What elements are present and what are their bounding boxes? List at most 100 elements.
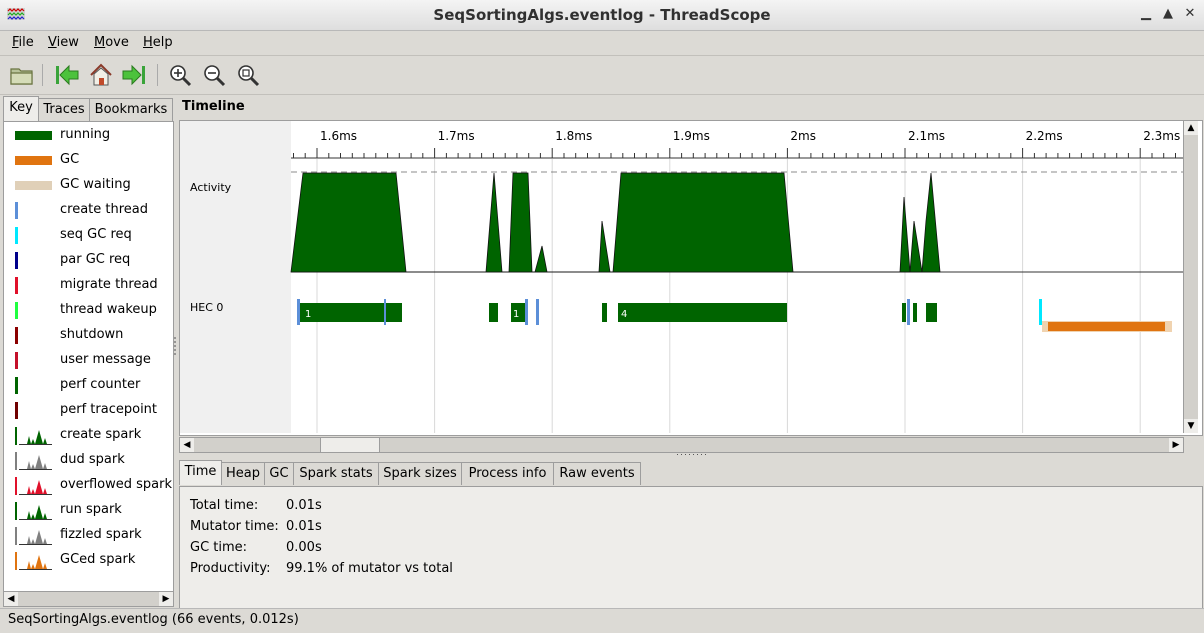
color-swatch: [15, 156, 52, 165]
key-item-label: dud spark: [60, 452, 125, 467]
hec-row-label: HEC 0: [190, 301, 223, 314]
tab-process-info[interactable]: Process info: [461, 462, 554, 485]
tab-heap[interactable]: Heap: [221, 462, 265, 485]
scroll-down-button[interactable]: ▼: [1184, 419, 1198, 433]
timeline-vertical-scrollbar[interactable]: ▲ ▼: [1183, 121, 1198, 433]
tab-bookmarks[interactable]: Bookmarks: [89, 98, 173, 121]
key-item: GC: [4, 149, 173, 174]
go-first-icon[interactable]: [53, 61, 81, 89]
spark-graph-icon: [15, 552, 52, 570]
running-bar: [618, 303, 787, 322]
window-title: SeqSortingAlgs.eventlog - ThreadScope: [433, 6, 771, 24]
tab-raw-events[interactable]: Raw events: [553, 462, 641, 485]
toolbar-separator: [157, 64, 158, 86]
key-item-label: create thread: [60, 202, 149, 217]
minimize-button[interactable]: ▁: [1139, 6, 1153, 22]
key-item: user message: [4, 349, 173, 374]
key-item: thread wakeup: [4, 299, 173, 324]
tab-spark-sizes[interactable]: Spark sizes: [378, 462, 462, 485]
running-bar: [913, 303, 917, 322]
running-bar: [902, 303, 906, 322]
key-item-label: user message: [60, 352, 151, 367]
event-marker-swatch: [15, 302, 18, 319]
zoom-in-icon[interactable]: [166, 61, 194, 89]
spark-graph-icon: [15, 427, 52, 445]
menu-help[interactable]: Help: [143, 35, 173, 50]
seq-gc-req-marker: [1039, 299, 1042, 325]
timeline-horizontal-scrollbar[interactable]: ◀ ▶: [179, 437, 1184, 453]
timeline-canvas: 1.6ms 1.7ms 1.8ms 1.9ms 2ms 2.1ms 2.2ms 2.3ms A…: [180, 121, 1185, 433]
key-item: perf tracepoint: [4, 399, 173, 424]
key-item: fizzled spark: [4, 524, 173, 549]
maximize-button[interactable]: ▲: [1161, 6, 1175, 22]
thread-label: 4: [621, 309, 627, 320]
key-list-scrollbar[interactable]: ◀ ▶: [3, 591, 174, 607]
key-item: running: [4, 124, 173, 149]
create-thread-marker: [536, 299, 539, 325]
splitter-grip[interactable]: [676, 452, 708, 457]
menu-view[interactable]: View: [48, 35, 79, 50]
scroll-right-button[interactable]: ▶: [159, 592, 173, 606]
create-thread-marker: [907, 299, 910, 325]
bottom-tab-bar: Time Heap GC Spark stats Spark sizes Process …: [179, 460, 1201, 486]
key-item-label: running: [60, 127, 111, 142]
key-item: seq GC req: [4, 224, 173, 249]
key-item-label: thread wakeup: [60, 302, 157, 317]
color-swatch: [15, 131, 52, 140]
key-item: GCed spark: [4, 549, 173, 574]
zoom-fit-icon[interactable]: [234, 61, 262, 89]
gc-time-value: 0.00s: [286, 540, 322, 555]
scroll-up-button[interactable]: ▲: [1184, 121, 1198, 135]
create-thread-marker: [525, 299, 528, 325]
scroll-thumb[interactable]: [320, 438, 380, 452]
thread-label: 1: [513, 309, 519, 320]
ruler-tick-label: 1.6ms: [320, 129, 357, 143]
ruler-tick-label: 1.8ms: [555, 129, 592, 143]
key-item-label: fizzled spark: [60, 527, 142, 542]
spark-graph-icon: [15, 502, 52, 520]
activity-graph: [290, 172, 941, 273]
key-item-label: seq GC req: [60, 227, 132, 242]
total-time-label: Total time:: [190, 498, 259, 513]
scroll-left-button[interactable]: ◀: [4, 592, 18, 606]
zoom-out-icon[interactable]: [200, 61, 228, 89]
key-item-label: run spark: [60, 502, 122, 517]
key-item: par GC req: [4, 249, 173, 274]
scroll-left-button[interactable]: ◀: [180, 438, 194, 452]
ruler-tick-label: 2ms: [790, 129, 816, 143]
running-bar: [602, 303, 607, 322]
event-marker-swatch: [15, 352, 18, 369]
tab-gc[interactable]: GC: [264, 462, 294, 485]
pane-resize-grip[interactable]: [173, 336, 177, 358]
event-marker-swatch: [15, 252, 18, 269]
key-item: run spark: [4, 499, 173, 524]
key-item: GC waiting: [4, 174, 173, 199]
tab-key[interactable]: Key: [3, 96, 39, 121]
tab-spark-stats[interactable]: Spark stats: [293, 462, 379, 485]
event-marker-swatch: [15, 327, 18, 344]
home-icon[interactable]: [87, 61, 115, 89]
menu-file[interactable]: File: [12, 35, 34, 50]
time-info-panel: Total time: 0.01s Mutator time: 0.01s GC…: [179, 486, 1203, 609]
gc-time-label: GC time:: [190, 540, 248, 555]
key-item-label: GC: [60, 152, 80, 167]
spark-graph-icon: [15, 527, 52, 545]
menu-move[interactable]: Move: [94, 35, 129, 50]
key-item: shutdown: [4, 324, 173, 349]
tab-time[interactable]: Time: [179, 460, 222, 485]
open-folder-icon[interactable]: [8, 61, 36, 89]
scroll-right-button[interactable]: ▶: [1169, 438, 1183, 452]
toolbar-separator: [42, 64, 43, 86]
tab-traces[interactable]: Traces: [38, 98, 90, 121]
spark-graph-icon: [15, 477, 52, 495]
key-item-label: perf counter: [60, 377, 141, 392]
key-item-label: shutdown: [60, 327, 124, 342]
running-bar: [926, 303, 937, 322]
ruler-tick-label: 1.7ms: [438, 129, 475, 143]
go-last-icon[interactable]: [120, 61, 148, 89]
toolbar: [0, 56, 1204, 95]
mutator-time-value: 0.01s: [286, 519, 322, 534]
thread-label: 1: [305, 309, 311, 320]
timeline-view[interactable]: 1.6ms 1.7ms 1.8ms 1.9ms 2ms 2.1ms 2.2ms 2.3ms A…: [179, 120, 1203, 436]
close-button[interactable]: ✕: [1183, 6, 1197, 22]
